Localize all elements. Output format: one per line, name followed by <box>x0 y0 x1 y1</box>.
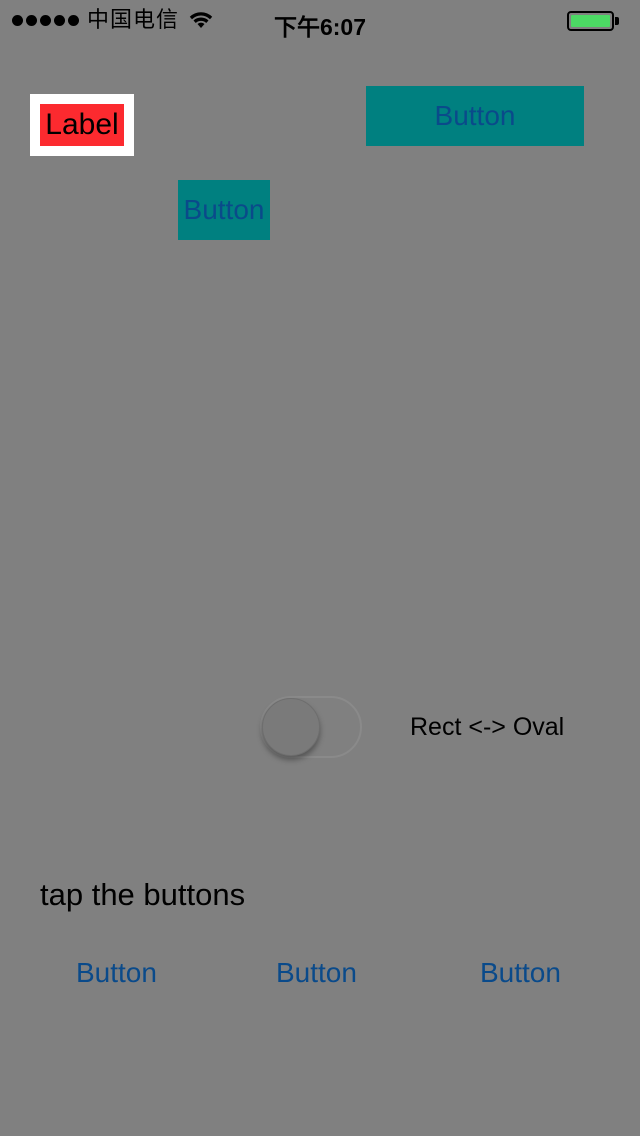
bottom-button-3[interactable]: Button <box>480 957 561 989</box>
label-container: Label <box>30 94 134 156</box>
shape-toggle-switch[interactable] <box>260 696 362 758</box>
label: Label <box>40 104 124 146</box>
switch-label: Rect <-> Oval <box>410 713 565 741</box>
battery-level <box>571 15 610 27</box>
bottom-button-1[interactable]: Button <box>76 957 157 989</box>
switch-knob <box>262 698 320 756</box>
hint-text: tap the buttons <box>40 877 246 912</box>
battery-cap <box>615 17 619 25</box>
small-teal-button[interactable]: Button <box>178 180 270 240</box>
status-time: 下午6:07 <box>273 14 367 40</box>
top-right-button[interactable]: Button <box>366 86 584 146</box>
battery-icon <box>567 11 614 31</box>
bottom-button-2[interactable]: Button <box>276 957 357 989</box>
app-screen: 中国电信 下午6:07 Label Button Button Rect <->… <box>0 0 640 1136</box>
status-bar: 中国电信 下午6:07 <box>0 0 640 40</box>
